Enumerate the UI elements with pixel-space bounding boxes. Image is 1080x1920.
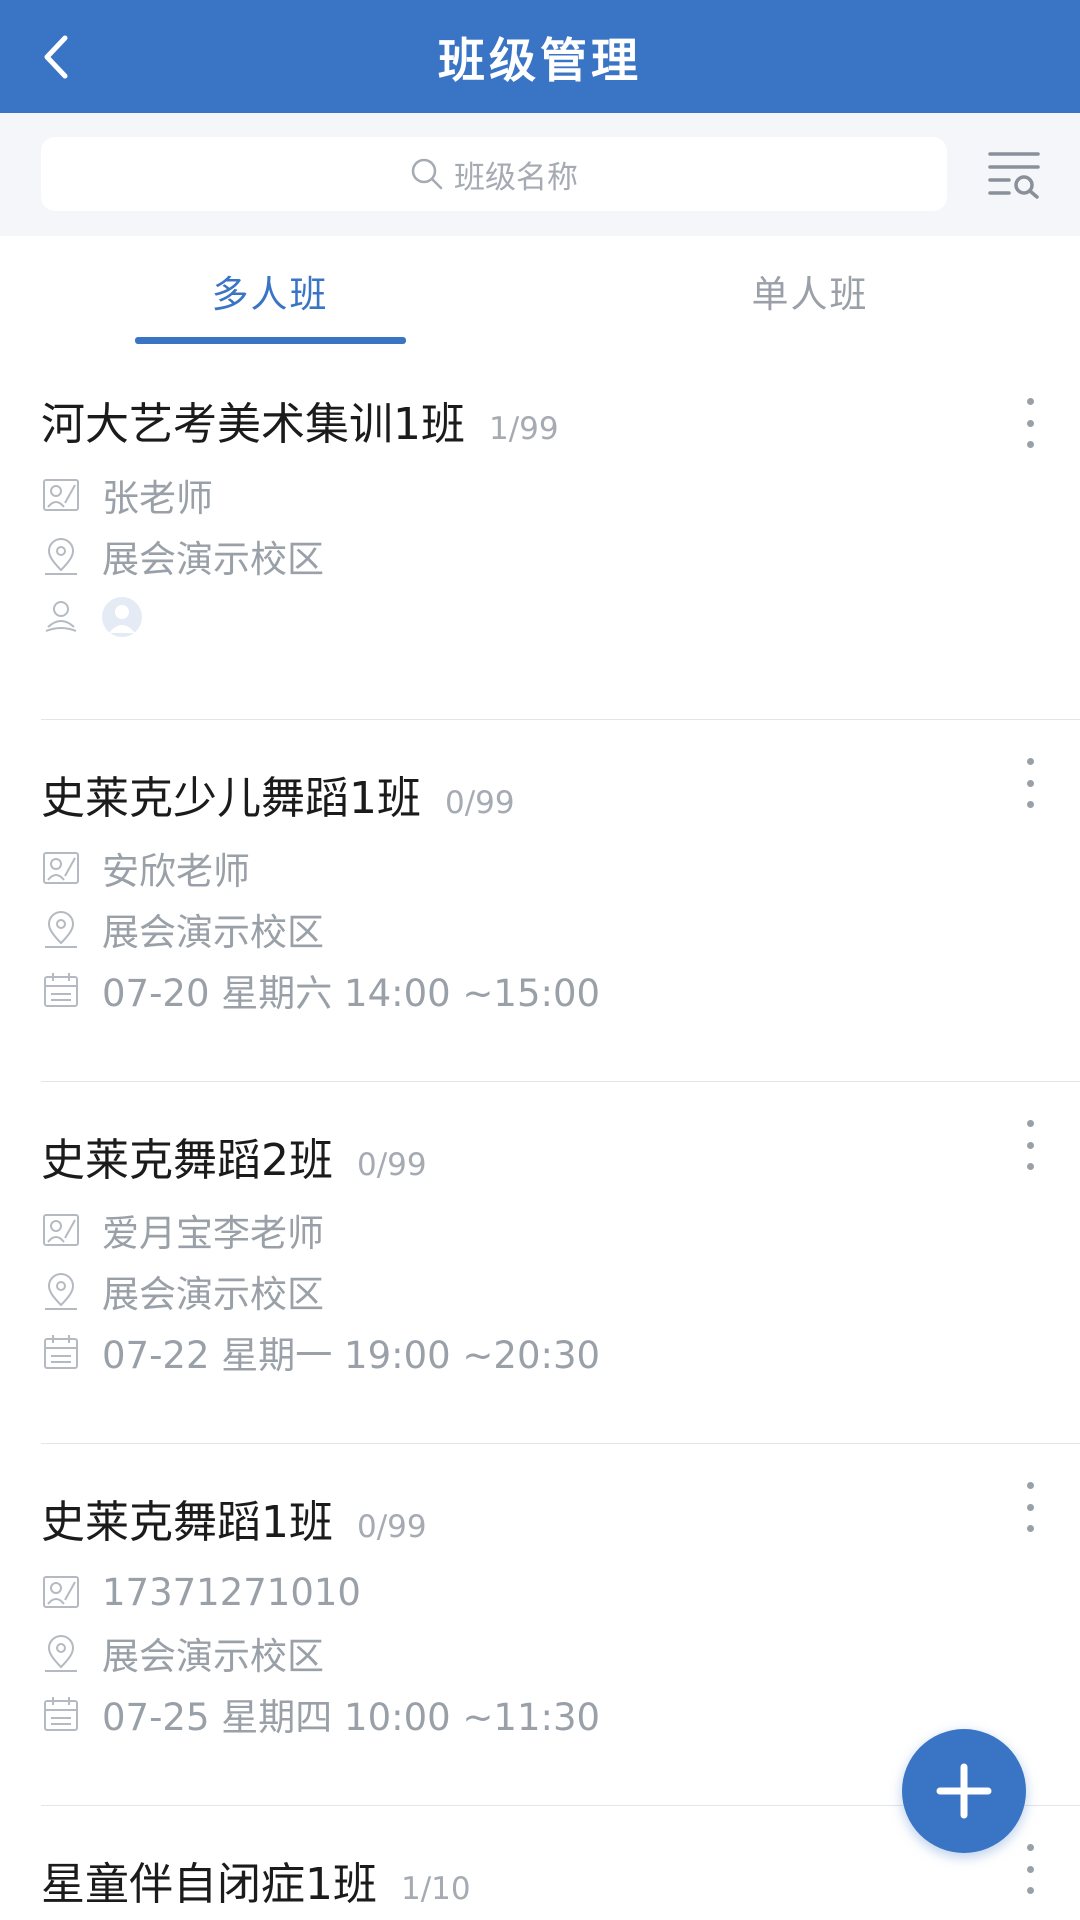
teacher-row: 张老师 xyxy=(41,470,213,520)
teacher-name: 17371271010 xyxy=(102,1570,361,1614)
tab-single-person[interactable]: 单人班 xyxy=(540,236,1080,346)
class-enrollment-count: 1/99 xyxy=(489,411,559,447)
schedule-row: 07-22 星期一 19:00 ~20:30 xyxy=(41,1327,600,1377)
calendar-icon xyxy=(41,970,81,1010)
more-dot-icon xyxy=(1026,758,1034,765)
more-dot-icon xyxy=(1026,441,1034,448)
class-name: 史莱克少儿舞蹈1班 xyxy=(41,773,421,824)
more-dot-icon xyxy=(1026,1141,1034,1149)
location-pin-icon xyxy=(41,1271,81,1311)
search-bar: 班级名称 xyxy=(0,113,1080,236)
more-options-button[interactable] xyxy=(1018,1120,1042,1170)
more-dot-icon xyxy=(1026,398,1034,405)
teacher-icon xyxy=(41,475,81,515)
teacher-icon xyxy=(41,1210,81,1250)
more-dot-icon xyxy=(1026,1865,1034,1873)
location-pin-icon xyxy=(41,536,81,576)
class-name: 河大艺考美术集训1班 xyxy=(41,399,465,450)
calendar-icon xyxy=(41,1694,81,1734)
class-enrollment-count: 0/99 xyxy=(357,1147,427,1183)
class-name: 星童伴自闭症1班 xyxy=(41,1859,377,1910)
more-dot-icon xyxy=(1026,1503,1034,1511)
more-dot-icon xyxy=(1026,801,1034,808)
campus-name: 展会演示校区 xyxy=(102,1635,324,1678)
class-name: 史莱克舞蹈2班 xyxy=(41,1135,333,1186)
campus-row: 展会演示校区 xyxy=(41,1628,324,1678)
search-placeholder: 班级名称 xyxy=(454,159,578,196)
more-dot-icon xyxy=(1026,1525,1034,1532)
more-dot-icon xyxy=(1026,1844,1034,1851)
campus-name: 展会演示校区 xyxy=(102,911,324,954)
class-card[interactable]: 史莱克少儿舞蹈1班 0/99 安欣老师 展会演示校区 07-20 星期六 14:… xyxy=(0,720,1080,1082)
more-options-button[interactable] xyxy=(1018,1482,1042,1532)
search-input[interactable]: 班级名称 xyxy=(41,137,947,211)
campus-row: 展会演示校区 xyxy=(41,904,324,954)
active-tab-indicator xyxy=(135,337,406,344)
class-card[interactable]: 河大艺考美术集训1班 1/99 张老师 展会演示校区 xyxy=(0,358,1080,720)
location-pin-icon xyxy=(41,1633,81,1673)
plus-icon xyxy=(936,1763,992,1819)
teacher-name: 爱月宝李老师 xyxy=(102,1212,324,1255)
students-icon xyxy=(41,597,81,637)
teacher-name: 安欣老师 xyxy=(102,850,250,893)
class-schedule: 07-20 星期六 14:00 ~15:00 xyxy=(102,972,601,1015)
add-class-button[interactable] xyxy=(902,1729,1026,1853)
teacher-icon xyxy=(41,848,81,888)
teacher-row: 17371271010 xyxy=(41,1567,361,1617)
class-enrollment-count: 0/99 xyxy=(445,785,515,821)
filter-search-icon xyxy=(988,152,1040,199)
schedule-row: 07-25 星期四 10:00 ~11:30 xyxy=(41,1689,600,1739)
more-options-button[interactable] xyxy=(1018,398,1042,448)
teacher-row: 爱月宝李老师 xyxy=(41,1205,324,1255)
more-dot-icon xyxy=(1026,779,1034,787)
class-card[interactable]: 史莱克舞蹈2班 0/99 爱月宝李老师 展会演示校区 07-22 星期一 19:… xyxy=(0,1082,1080,1444)
teacher-row: 安欣老师 xyxy=(41,843,250,893)
more-options-button[interactable] xyxy=(1018,1844,1042,1894)
more-options-button[interactable] xyxy=(1018,758,1042,808)
more-dot-icon xyxy=(1026,1482,1034,1489)
class-schedule: 07-22 星期一 19:00 ~20:30 xyxy=(102,1334,601,1377)
location-pin-icon xyxy=(41,909,81,949)
tab-multi-person[interactable]: 多人班 xyxy=(0,236,540,346)
search-icon xyxy=(411,158,443,190)
teacher-icon xyxy=(41,1572,81,1612)
campus-name: 展会演示校区 xyxy=(102,1273,324,1316)
students-row xyxy=(41,592,142,642)
student-avatar[interactable] xyxy=(102,597,142,637)
calendar-icon xyxy=(41,1332,81,1372)
more-dot-icon xyxy=(1026,1887,1034,1894)
page-title: 班级管理 xyxy=(438,34,642,89)
campus-row: 展会演示校区 xyxy=(41,1266,324,1316)
more-dot-icon xyxy=(1026,1120,1034,1127)
more-dot-icon xyxy=(1026,1163,1034,1170)
more-dot-icon xyxy=(1026,419,1034,427)
teacher-name: 张老师 xyxy=(102,477,213,520)
app-header: 班级管理 xyxy=(0,0,1080,113)
class-type-tabs: 多人班 单人班 xyxy=(0,236,1080,346)
class-enrollment-count: 1/10 xyxy=(401,1871,471,1907)
class-name: 史莱克舞蹈1班 xyxy=(41,1497,333,1548)
campus-row: 展会演示校区 xyxy=(41,531,324,581)
schedule-row: 07-20 星期六 14:00 ~15:00 xyxy=(41,965,600,1015)
class-schedule: 07-25 星期四 10:00 ~11:30 xyxy=(102,1696,601,1739)
campus-name: 展会演示校区 xyxy=(102,538,324,581)
class-enrollment-count: 0/99 xyxy=(357,1509,427,1545)
filter-search-button[interactable] xyxy=(985,145,1043,203)
